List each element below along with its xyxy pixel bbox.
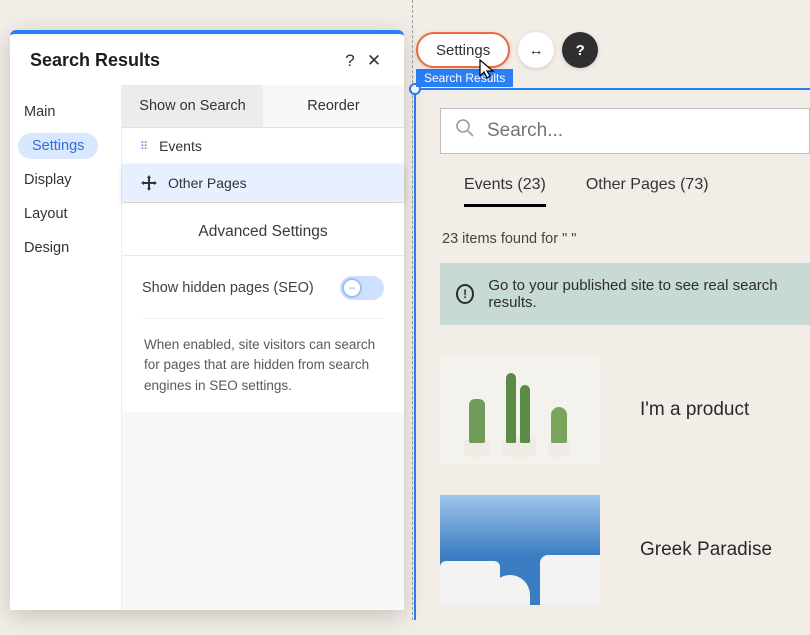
panel-close-button[interactable]: ✕ xyxy=(362,51,386,71)
result-title: I'm a product xyxy=(640,399,749,421)
sidebar-item-settings[interactable]: Settings xyxy=(18,133,98,159)
preview-notice: ! Go to your published site to see real … xyxy=(440,263,810,325)
toggle-label: Show hidden pages (SEO) xyxy=(142,280,314,296)
notice-text: Go to your published site to see real se… xyxy=(488,277,794,311)
results-tab-other[interactable]: Other Pages (73) xyxy=(586,176,709,207)
panel-title: Search Results xyxy=(30,50,338,71)
panel-content: Show on Search Reorder ⠿ Events Other Pa… xyxy=(122,85,404,610)
sidebar-item-design[interactable]: Design xyxy=(10,231,121,265)
result-item[interactable]: Greek Paradise xyxy=(440,495,810,605)
list-item-label: Events xyxy=(159,138,202,154)
result-thumbnail xyxy=(440,495,600,605)
search-input-wrapper[interactable] xyxy=(440,108,810,154)
reorder-list: ⠿ Events Other Pages xyxy=(122,128,404,203)
hidden-pages-toggle[interactable]: – xyxy=(340,276,384,300)
element-toolbar: Settings ↔ ? xyxy=(416,32,598,68)
settings-panel: Search Results ? ✕ Main Settings Display… xyxy=(10,30,404,610)
panel-header: Search Results ? ✕ xyxy=(10,34,404,85)
results-count: 23 items found for " " xyxy=(442,231,810,247)
list-item[interactable]: ⠿ Events xyxy=(122,128,404,164)
list-item[interactable]: Other Pages xyxy=(122,164,404,202)
tab-reorder[interactable]: Reorder xyxy=(263,85,404,128)
help-icon: ? xyxy=(576,42,585,59)
stretch-icon: ↔ xyxy=(529,42,544,59)
results-tab-events[interactable]: Events (23) xyxy=(464,176,546,207)
results-list: I'm a product Greek Paradise xyxy=(440,355,810,605)
toggle-description: When enabled, site visitors can search f… xyxy=(142,319,384,412)
search-icon xyxy=(455,118,475,144)
result-item[interactable]: I'm a product xyxy=(440,355,810,465)
sidebar-item-display[interactable]: Display xyxy=(10,163,121,197)
stretch-button[interactable]: ↔ xyxy=(518,32,554,68)
help-button[interactable]: ? xyxy=(562,32,598,68)
drag-handle-icon[interactable]: ⠿ xyxy=(140,140,149,153)
move-icon[interactable] xyxy=(140,174,158,192)
result-thumbnail xyxy=(440,355,600,465)
content-tabs: Show on Search Reorder xyxy=(122,85,404,128)
hidden-pages-toggle-row: Show hidden pages (SEO) – xyxy=(142,276,384,319)
result-title: Greek Paradise xyxy=(640,539,772,561)
selection-label: Search Results xyxy=(416,69,513,87)
search-input[interactable] xyxy=(487,120,795,142)
tab-show-on-search[interactable]: Show on Search xyxy=(122,85,263,128)
search-preview: Events (23) Other Pages (73) 23 items fo… xyxy=(440,108,810,635)
panel-sidebar: Main Settings Display Layout Design xyxy=(10,85,122,610)
sidebar-item-main[interactable]: Main xyxy=(10,95,121,129)
panel-help-button[interactable]: ? xyxy=(338,51,362,71)
settings-button[interactable]: Settings xyxy=(416,32,510,68)
results-tabs: Events (23) Other Pages (73) xyxy=(440,176,810,207)
sidebar-item-layout[interactable]: Layout xyxy=(10,197,121,231)
advanced-heading: Advanced Settings xyxy=(122,203,404,256)
info-icon: ! xyxy=(456,284,474,304)
toggle-knob: – xyxy=(342,278,362,298)
list-item-label: Other Pages xyxy=(168,175,247,191)
